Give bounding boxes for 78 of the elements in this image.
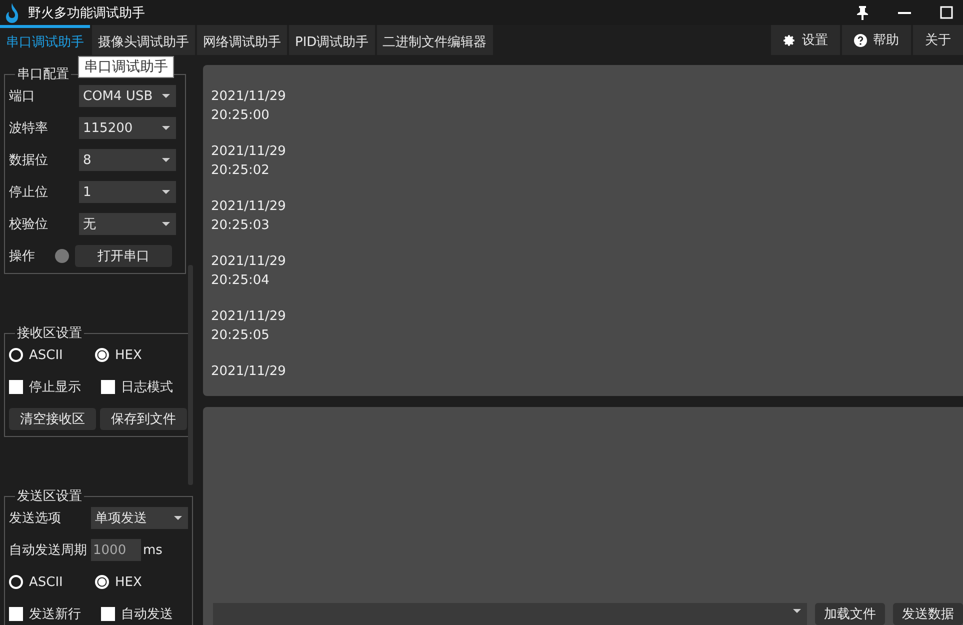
- checkbox[interactable]: [101, 380, 115, 394]
- dropdown[interactable]: 8: [79, 149, 176, 171]
- header-button-label: 关于: [925, 32, 951, 49]
- header-button-label: 帮助: [873, 32, 899, 49]
- tab[interactable]: 摄像头调试助手: [92, 25, 195, 55]
- field-label: 自动发送周期: [9, 542, 88, 559]
- checkbox[interactable]: [9, 607, 23, 621]
- action-button[interactable]: 保存到文件: [100, 408, 187, 430]
- dropdown[interactable]: 无: [79, 213, 176, 235]
- caret-icon: [162, 190, 170, 194]
- field-label: 校验位: [9, 216, 49, 233]
- log-time: 20:25:04: [211, 272, 270, 290]
- group-title: 发送区设置: [16, 488, 83, 505]
- log-date: 2021/11/29: [211, 363, 287, 381]
- header-button[interactable]: 帮助: [842, 25, 911, 55]
- log-date: 2021/11/29: [211, 143, 287, 161]
- checkbox-label: 发送新行: [29, 606, 82, 623]
- caret-icon: [174, 516, 182, 520]
- field-label: 波特率: [9, 120, 49, 137]
- radio-label: ASCII: [29, 348, 64, 362]
- header-button[interactable]: 设置: [771, 25, 840, 55]
- caret-icon: [162, 158, 170, 162]
- checkbox[interactable]: [9, 380, 23, 394]
- dropdown[interactable]: 115200: [79, 117, 176, 139]
- send-area[interactable]: 加载文件 发送数据: [203, 407, 963, 625]
- log-date: 2021/11/29: [211, 88, 287, 106]
- group-title: 接收区设置: [16, 325, 83, 342]
- pin-icon[interactable]: [856, 6, 868, 20]
- field-label: 操作: [9, 248, 36, 265]
- tooltip: 串口调试助手: [78, 56, 174, 78]
- minimize-icon[interactable]: [898, 12, 910, 14]
- settings-icon: [783, 34, 796, 46]
- radio-button[interactable]: [9, 575, 23, 589]
- log-date: 2021/11/29: [211, 198, 287, 216]
- field-label: 端口: [9, 88, 36, 105]
- log-time: 20:25:02: [211, 162, 270, 180]
- receive-area[interactable]: 2021/11/29 20:25:00 2021/11/29 20:25:02 2021/11/29 20:25:03 2021/11/29 20:25:04 2021/11/29 20:25:05 2021/11/29: [203, 65, 963, 396]
- field-label: 停止位: [9, 184, 49, 201]
- checkbox-label: 停止显示: [29, 379, 82, 396]
- radio-button[interactable]: [95, 348, 109, 362]
- radio-button[interactable]: [95, 575, 109, 589]
- log-time: 20:25:03: [211, 217, 270, 235]
- dropdown[interactable]: COM4 USB: [79, 85, 176, 107]
- dropdown[interactable]: 1: [79, 181, 176, 203]
- header-button[interactable]: 关于: [913, 25, 963, 55]
- log-date: 2021/11/29: [211, 308, 287, 326]
- dropdown[interactable]: 单项发送: [91, 507, 188, 529]
- field-label: 数据位: [9, 152, 49, 169]
- checkbox-label: 日志模式: [121, 379, 174, 396]
- caret-icon: [162, 94, 170, 98]
- log-time: 20:25:00: [211, 107, 270, 125]
- window-title: 野火多功能调试助手: [28, 4, 146, 22]
- checkbox[interactable]: [101, 607, 115, 621]
- log-time: 20:25:05: [211, 327, 270, 345]
- caret-icon: [162, 126, 170, 130]
- maximize-icon[interactable]: [940, 6, 952, 19]
- tab[interactable]: 网络调试助手: [197, 25, 287, 55]
- caret-icon: [793, 609, 801, 613]
- help-icon: [854, 34, 867, 46]
- unit-label: ms: [143, 542, 162, 558]
- radio-label: HEX: [115, 348, 143, 362]
- radio-button[interactable]: [9, 348, 23, 362]
- tab[interactable]: PID调试助手: [289, 25, 375, 55]
- field-label: 发送选项: [9, 510, 62, 527]
- checkbox-label: 自动发送: [121, 606, 174, 623]
- radio-label: ASCII: [29, 574, 64, 590]
- send-button[interactable]: 加载文件: [815, 603, 885, 625]
- open-port-button[interactable]: 打开串口: [75, 245, 172, 267]
- send-button[interactable]: 发送数据: [893, 603, 963, 625]
- tab[interactable]: 二进制文件编辑器: [376, 25, 493, 55]
- action-button[interactable]: 清空接收区: [9, 408, 96, 430]
- group-title: 串口配置: [16, 66, 70, 83]
- radio-label: HEX: [115, 574, 143, 590]
- flame-logo-icon: [4, 2, 20, 22]
- log-date: 2021/11/29: [211, 253, 287, 271]
- header-button-label: 设置: [802, 32, 828, 49]
- input-field[interactable]: 1000: [91, 539, 141, 561]
- caret-icon: [162, 222, 170, 226]
